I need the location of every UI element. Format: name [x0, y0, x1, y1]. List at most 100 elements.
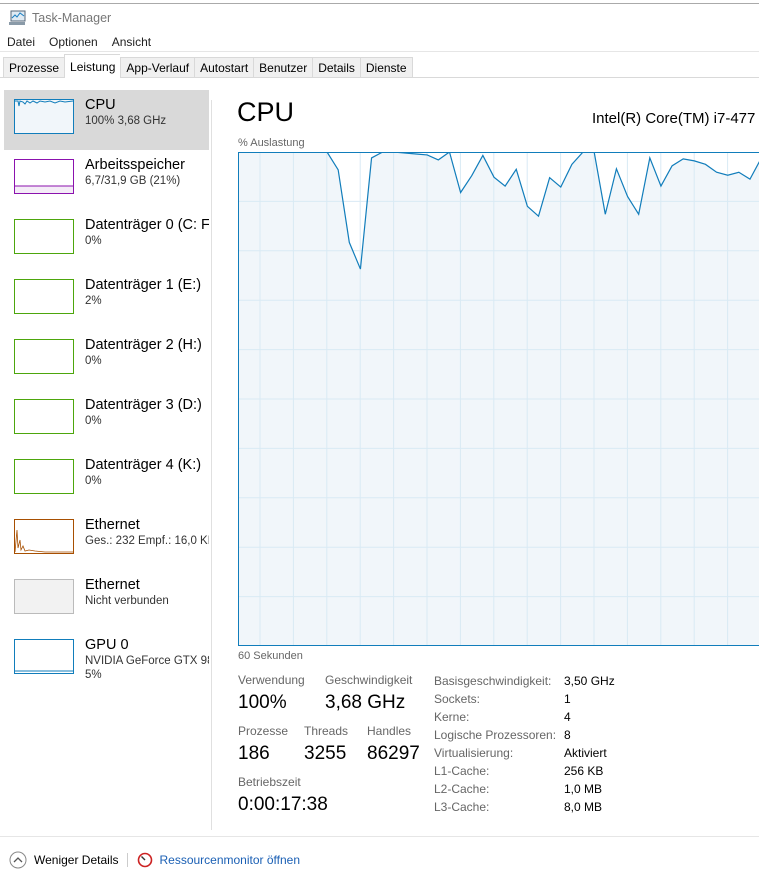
sidebar-item-label: Datenträger 1 (E:) — [85, 277, 202, 293]
detail-key: L1-Cache: — [434, 764, 490, 778]
tab-prozesse[interactable]: Prozesse — [3, 57, 65, 78]
sidebar-item-value: 0% — [85, 415, 102, 427]
sidebar-item-value: 100% 3,68 GHz — [85, 115, 167, 127]
sidebar-item-cpu[interactable]: CPU 100% 3,68 GHz — [4, 90, 209, 150]
detail-row: Kerne: 4 — [434, 708, 615, 726]
sidebar-item-datentr-ger-3-d-[interactable]: Datenträger 3 (D:) 0% — [4, 390, 209, 450]
fewer-details-button[interactable]: Weniger Details — [34, 853, 118, 867]
detail-key: Kerne: — [434, 710, 470, 724]
cpu-details: Basisgeschwindigkeit: 3,50 GHz Sockets: 1 Ke… — [434, 672, 615, 816]
tab-details[interactable]: Details — [312, 57, 360, 78]
mini-graph — [14, 459, 74, 494]
task-manager-icon — [9, 10, 26, 25]
chevron-up-circle-icon[interactable] — [9, 851, 27, 869]
sidebar-item-arbeitsspeicher[interactable]: Arbeitsspeicher 6,7/31,9 GB (21%) — [4, 150, 209, 210]
detail-value: 4 — [564, 710, 571, 724]
detail-row: Basisgeschwindigkeit: 3,50 GHz — [434, 672, 615, 690]
sidebar-item-label: CPU — [85, 97, 116, 113]
mini-graph — [14, 339, 74, 374]
window-top-edge — [0, 0, 759, 4]
sidebar-item-gpu-0[interactable]: GPU 0 NVIDIA GeForce GTX 980 5% — [4, 630, 209, 690]
usage-label: Verwendung — [238, 673, 305, 687]
chart-y-label: % Auslastung — [238, 137, 305, 149]
mini-graph — [14, 219, 74, 254]
cpu-usage-chart — [238, 152, 759, 646]
mini-graph — [14, 279, 74, 314]
sidebar-item-label: Datenträger 2 (H:) — [85, 337, 202, 353]
detail-value: Aktiviert — [564, 746, 607, 760]
detail-row: Virtualisierung: Aktiviert — [434, 744, 615, 762]
handles-value: 86297 — [367, 743, 420, 764]
menu-datei[interactable]: Datei — [7, 35, 35, 49]
sidebar-item-datentr-ger-4-k-[interactable]: Datenträger 4 (K:) 0% — [4, 450, 209, 510]
mini-graph — [14, 579, 74, 614]
chart-x-label: 60 Sekunden — [238, 650, 303, 662]
page-title: CPU — [237, 97, 295, 127]
sidebar-item-value: Ges.: 232 Empf.: 16,0 KB — [85, 535, 209, 547]
sidebar-item-value: NVIDIA GeForce GTX 980 — [85, 655, 209, 667]
handles-label: Handles — [367, 724, 412, 738]
mini-graph — [14, 519, 74, 554]
sidebar-item-value: 5% — [85, 669, 102, 681]
tab-leistung[interactable]: Leistung — [64, 54, 121, 78]
detail-key: Sockets: — [434, 692, 481, 706]
threads-value: 3255 — [304, 743, 347, 764]
sidebar-item-ethernet[interactable]: Ethernet Ges.: 232 Empf.: 16,0 KB — [4, 510, 209, 570]
usage-value: 100% — [238, 692, 287, 713]
tab-bar: Prozesse Leistung App-Verlauf Autostart … — [3, 54, 413, 78]
sidebar-item-value: 0% — [85, 235, 102, 247]
title-bar: Task-Manager — [8, 9, 111, 27]
window-title: Task-Manager — [32, 11, 112, 25]
uptime-value: 0:00:17:38 — [238, 794, 328, 815]
uptime-label: Betriebszeit — [238, 775, 301, 789]
detail-value: 256 KB — [564, 764, 604, 778]
processes-value: 186 — [238, 743, 270, 764]
sidebar-item-label: Arbeitsspeicher — [85, 157, 185, 173]
detail-row: L1-Cache: 256 KB — [434, 762, 615, 780]
sidebar-item-value: Nicht verbunden — [85, 595, 169, 607]
detail-key: L3-Cache: — [434, 800, 490, 814]
divider — [0, 836, 759, 837]
mini-graph — [14, 399, 74, 434]
performance-sidebar: CPU 100% 3,68 GHz Arbeitsspeicher 6,7/31… — [4, 90, 209, 690]
sidebar-item-label: Datenträger 0 (C: F — [85, 217, 209, 233]
detail-row: L3-Cache: 8,0 MB — [434, 798, 615, 816]
detail-value: 3,50 GHz — [564, 674, 615, 688]
tab-dienste[interactable]: Dienste — [359, 57, 413, 78]
tab-benutzer[interactable]: Benutzer — [253, 57, 313, 78]
sidebar-item-datentr-ger-1-e-[interactable]: Datenträger 1 (E:) 2% — [4, 270, 209, 330]
tab-app-verlauf[interactable]: App-Verlauf — [120, 57, 195, 78]
sidebar-item-value: 2% — [85, 295, 102, 307]
sidebar-item-datentr-ger-2-h-[interactable]: Datenträger 2 (H:) 0% — [4, 330, 209, 390]
sidebar-item-ethernet[interactable]: Ethernet Nicht verbunden — [4, 570, 209, 630]
divider — [0, 51, 759, 52]
detail-key: Logische Prozessoren: — [434, 728, 557, 742]
tab-autostart[interactable]: Autostart — [194, 57, 254, 78]
detail-value: 8 — [564, 728, 571, 742]
menu-ansicht[interactable]: Ansicht — [112, 35, 151, 49]
detail-key: Virtualisierung: — [434, 746, 514, 760]
threads-label: Threads — [304, 724, 349, 738]
detail-key: L2-Cache: — [434, 782, 490, 796]
menu-optionen[interactable]: Optionen — [49, 35, 98, 49]
footer: Weniger Details Ressourcenmonitor öffnen — [9, 851, 300, 869]
speed-value: 3,68 GHz — [325, 692, 406, 713]
speed-label: Geschwindigkeit — [325, 673, 413, 687]
mini-graph — [14, 639, 74, 674]
resource-monitor-link[interactable]: Ressourcenmonitor öffnen — [159, 853, 300, 867]
sidebar-item-value: 6,7/31,9 GB (21%) — [85, 175, 181, 187]
divider — [211, 100, 212, 830]
mini-graph — [14, 99, 74, 134]
detail-row: Logische Prozessoren: 8 — [434, 726, 615, 744]
detail-row: L2-Cache: 1,0 MB — [434, 780, 615, 798]
sidebar-item-label: Ethernet — [85, 517, 140, 533]
sidebar-item-datentr-ger-0-c-f[interactable]: Datenträger 0 (C: F 0% — [4, 210, 209, 270]
sidebar-item-label: Ethernet — [85, 577, 140, 593]
detail-key: Basisgeschwindigkeit: — [434, 674, 552, 688]
detail-value: 8,0 MB — [564, 800, 603, 814]
resource-monitor-icon — [138, 852, 153, 868]
sidebar-item-value: 0% — [85, 475, 102, 487]
sidebar-item-value: 0% — [85, 355, 102, 367]
detail-row: Sockets: 1 — [434, 690, 615, 708]
sidebar-item-label: Datenträger 4 (K:) — [85, 457, 202, 473]
